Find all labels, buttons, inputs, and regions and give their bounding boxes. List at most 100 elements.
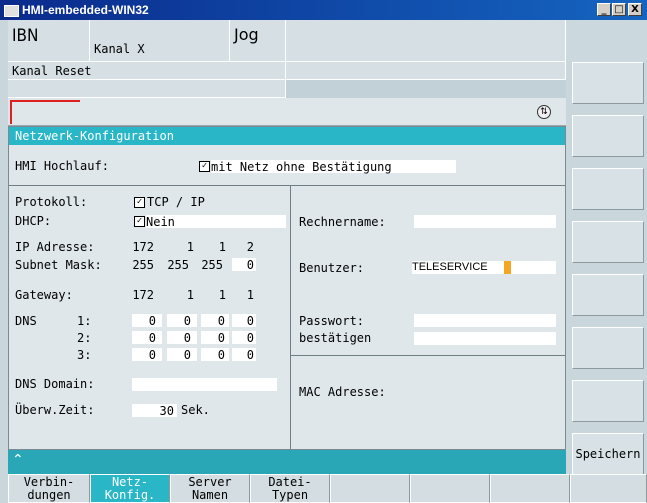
hmi-hochlauf-select[interactable]: mit Netz ohne Bestätigung bbox=[211, 160, 456, 174]
subnet-octet-1[interactable]: 255 bbox=[132, 258, 154, 272]
channel-field: Kanal X bbox=[90, 20, 230, 62]
vsk-2[interactable] bbox=[572, 115, 644, 157]
dns-2-octet-2: 0 bbox=[183, 331, 191, 345]
dns-1-octet-4-box[interactable]: 0 bbox=[232, 314, 256, 328]
dns-1-octet-2-box[interactable]: 0 bbox=[167, 314, 197, 328]
dns-3-octet-4: 0 bbox=[246, 348, 254, 362]
vsk-6[interactable] bbox=[572, 327, 644, 369]
dhcp-toggle-icon[interactable]: ✓ bbox=[134, 216, 145, 227]
ip-octet-2[interactable]: 1 bbox=[172, 240, 194, 254]
hsk-verbindungen[interactable]: Verbin- dungen bbox=[8, 474, 90, 503]
dns-domain-label: DNS Domain: bbox=[15, 377, 95, 391]
dns-row-2-label: 2: bbox=[77, 331, 92, 345]
header-right-area bbox=[566, 20, 647, 62]
ip-octet-3[interactable]: 1 bbox=[204, 240, 226, 254]
vsk-3[interactable] bbox=[572, 168, 644, 210]
subnet-octet-2[interactable]: 255 bbox=[167, 258, 189, 272]
dns-row-1-label: 1: bbox=[77, 314, 92, 328]
protokoll-value[interactable]: TCP / IP bbox=[147, 195, 205, 209]
dns-3-octet-4-box[interactable]: 0 bbox=[232, 348, 256, 362]
ip-octet-1[interactable]: 172 bbox=[132, 240, 154, 254]
passwort-input[interactable] bbox=[414, 314, 556, 327]
title-bar: HMI-embedded-WIN32 _ □ X bbox=[0, 0, 647, 20]
hsk-server-namen[interactable]: Server Namen bbox=[170, 474, 250, 503]
timeout-input[interactable]: 30 bbox=[132, 404, 177, 418]
gateway-label: Gateway: bbox=[15, 288, 73, 302]
dns-label: DNS bbox=[15, 314, 37, 328]
vsk-5[interactable] bbox=[572, 274, 644, 316]
divider bbox=[9, 185, 565, 186]
vsk-7[interactable] bbox=[572, 380, 644, 422]
dns-1-octet-3: 0 bbox=[217, 314, 225, 328]
dns-2-octet-1: 0 bbox=[148, 331, 156, 345]
alarm-indicator-side bbox=[10, 100, 12, 124]
dns-3-octet-1-box[interactable]: 0 bbox=[132, 348, 162, 362]
dns-2-octet-3-box[interactable]: 0 bbox=[201, 331, 229, 345]
minimize-button[interactable]: _ bbox=[597, 3, 611, 16]
dns-2-octet-4-box[interactable]: 0 bbox=[232, 331, 256, 345]
hsk-8[interactable] bbox=[570, 474, 647, 503]
alarm-indicator bbox=[10, 100, 80, 102]
gateway-octet-2[interactable]: 1 bbox=[172, 288, 194, 302]
vsk-1[interactable] bbox=[572, 62, 644, 104]
dns-3-octet-2: 0 bbox=[183, 348, 191, 362]
dns-1-octet-4: 0 bbox=[246, 314, 254, 328]
channel-status-field: Kanal Reset bbox=[8, 62, 286, 80]
dns-2-octet-2-box[interactable]: 0 bbox=[167, 331, 197, 345]
gateway-octet-4[interactable]: 1 bbox=[232, 288, 254, 302]
ip-label: IP Adresse: bbox=[15, 240, 95, 254]
gateway-octet-3[interactable]: 1 bbox=[204, 288, 226, 302]
bestaetigen-label: bestätigen bbox=[299, 331, 372, 345]
close-button[interactable]: X bbox=[628, 3, 642, 16]
mac-label: MAC Adresse: bbox=[299, 385, 386, 399]
recall-up-icon[interactable]: ⌃ bbox=[12, 452, 24, 468]
mode-field: Jog bbox=[230, 20, 286, 62]
area-field: IBN bbox=[8, 20, 90, 62]
ip-octet-4[interactable]: 2 bbox=[232, 240, 254, 254]
gateway-octet-1[interactable]: 172 bbox=[132, 288, 154, 302]
bestaetigen-input[interactable] bbox=[414, 332, 556, 345]
hsk-6[interactable] bbox=[410, 474, 490, 503]
protokoll-label: Protokoll: bbox=[15, 195, 88, 209]
subnet-octet-3[interactable]: 255 bbox=[201, 258, 223, 272]
vsk-4[interactable] bbox=[572, 221, 644, 263]
dns-1-octet-3-box[interactable]: 0 bbox=[201, 314, 229, 328]
dhcp-value: Nein bbox=[146, 215, 175, 229]
dhcp-select[interactable]: Nein bbox=[146, 215, 286, 229]
benutzer-value: TELESERVICE bbox=[412, 261, 488, 273]
dns-domain-input[interactable] bbox=[132, 378, 277, 391]
right-divider bbox=[291, 355, 565, 356]
dns-1-octet-2: 0 bbox=[183, 314, 191, 328]
hsk-7[interactable] bbox=[490, 474, 570, 503]
benutzer-input[interactable]: TELESERVICE bbox=[412, 261, 556, 274]
subnet-octet-4-box[interactable]: 0 bbox=[232, 258, 256, 272]
channel-label: Kanal X bbox=[94, 42, 145, 56]
subnet-label: Subnet Mask: bbox=[15, 258, 102, 272]
window-title: HMI-embedded-WIN32 bbox=[22, 3, 149, 17]
hmi-hochlauf-toggle-icon[interactable]: ✓ bbox=[199, 161, 210, 172]
dns-2-octet-3: 0 bbox=[217, 331, 225, 345]
maximize-button[interactable]: □ bbox=[612, 3, 626, 16]
hsk-datei-typen[interactable]: Datei- Typen bbox=[250, 474, 330, 503]
dns-3-octet-3-box[interactable]: 0 bbox=[201, 348, 229, 362]
hsk-netz-konfig[interactable]: Netz- Konfig. bbox=[90, 474, 170, 503]
timeout-unit: Sek. bbox=[181, 403, 210, 417]
passwort-label: Passwort: bbox=[299, 314, 365, 328]
dhcp-label: DHCP: bbox=[15, 214, 52, 228]
dns-2-octet-1-box[interactable]: 0 bbox=[132, 331, 162, 345]
mode-label: Jog bbox=[234, 25, 259, 44]
text-cursor bbox=[504, 261, 511, 274]
panel-title: Netzwerk-Konfiguration bbox=[15, 129, 174, 143]
protokoll-toggle-icon[interactable]: ✓ bbox=[134, 197, 145, 208]
rechnername-label: Rechnername: bbox=[299, 215, 386, 229]
dns-1-octet-1-box[interactable]: 0 bbox=[132, 314, 162, 328]
hsk-5[interactable] bbox=[330, 474, 410, 503]
column-divider bbox=[290, 186, 291, 449]
channel-switch-icon[interactable]: ⇅ bbox=[537, 105, 551, 119]
dns-3-octet-3: 0 bbox=[217, 348, 225, 362]
app-icon bbox=[4, 5, 19, 17]
dns-3-octet-2-box[interactable]: 0 bbox=[167, 348, 197, 362]
save-button[interactable]: Speichern bbox=[572, 433, 644, 475]
rechnername-input[interactable] bbox=[414, 215, 556, 228]
channel-status: Kanal Reset bbox=[12, 64, 92, 78]
